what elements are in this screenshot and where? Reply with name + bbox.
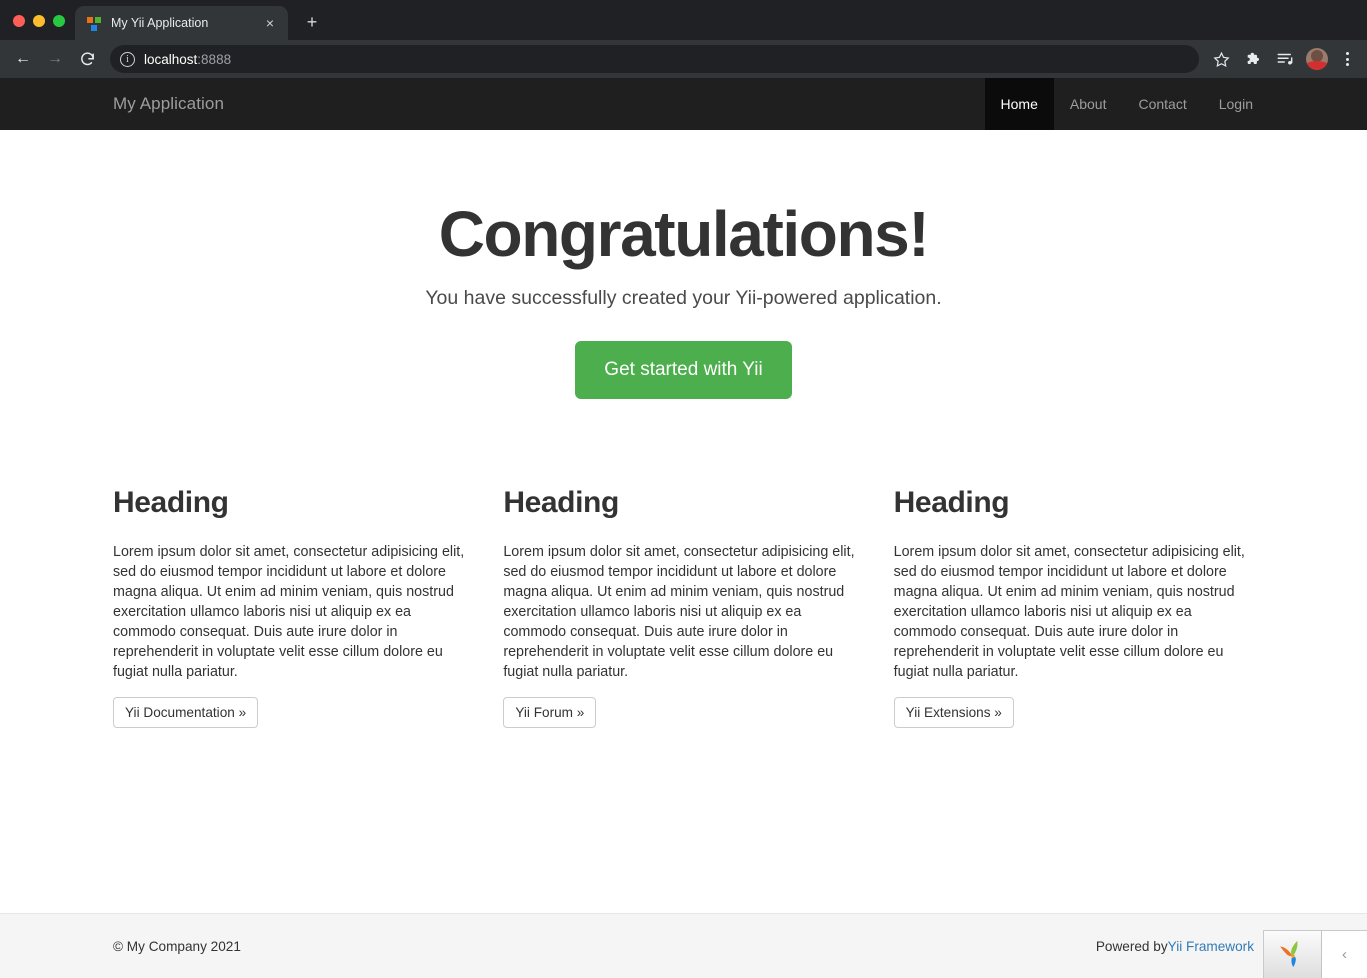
column-heading: Heading — [503, 486, 619, 520]
avatar — [1306, 48, 1328, 70]
feature-column: Heading Lorem ipsum dolor sit amet, cons… — [488, 486, 878, 729]
minimize-window-button[interactable] — [33, 15, 45, 27]
browser-toolbar: ← → i localhost:8888 — [0, 40, 1367, 78]
close-window-button[interactable] — [13, 15, 25, 27]
site-info-icon[interactable]: i — [120, 51, 135, 67]
url-port: :8888 — [197, 51, 232, 67]
feature-column: Heading Lorem ipsum dolor sit amet, cons… — [98, 486, 488, 729]
nav-item-about[interactable]: About — [1054, 78, 1123, 130]
column-heading: Heading — [893, 486, 1010, 520]
yii-squares-favicon — [86, 15, 102, 31]
tab-title: My Yii Application — [111, 16, 209, 30]
debug-toolbar-toggle[interactable]: ‹ — [1322, 931, 1367, 978]
browser-tab-strip: My Yii Application × + — [0, 0, 1367, 40]
address-bar[interactable]: i localhost:8888 — [110, 45, 1199, 73]
powered-by: Powered by Yii Framework — [1096, 939, 1254, 954]
column-body: Lorem ipsum dolor sit amet, consectetur … — [893, 544, 1245, 681]
toolbar-icon-group — [1207, 45, 1359, 73]
yii-framework-link[interactable]: Yii Framework — [1168, 939, 1254, 954]
page-spacer — [0, 728, 1367, 913]
browser-tab[interactable]: My Yii Application × — [75, 6, 288, 40]
extensions-puzzle-icon[interactable] — [1239, 45, 1267, 73]
bookmark-star-icon[interactable] — [1207, 45, 1235, 73]
chrome-menu-icon[interactable] — [1335, 45, 1359, 73]
browser-window: My Yii Application × + ← → i localhost:8… — [0, 0, 1367, 978]
yii-debug-toolbar: ‹ — [1263, 930, 1367, 978]
yii-extensions-button[interactable]: Yii Extensions » — [893, 697, 1014, 729]
reading-list-icon[interactable] — [1271, 45, 1299, 73]
url-text: localhost:8888 — [144, 52, 231, 67]
jumbotron-lead: You have successfully created your Yii-p… — [425, 287, 942, 310]
reload-icon[interactable] — [72, 44, 102, 74]
column-heading: Heading — [113, 486, 229, 520]
site-brand[interactable]: My Application — [0, 78, 224, 130]
powered-by-prefix: Powered by — [1095, 938, 1168, 954]
column-body: Lorem ipsum dolor sit amet, consectetur … — [503, 544, 855, 681]
feature-column: Heading Lorem ipsum dolor sit amet, cons… — [879, 486, 1269, 729]
page-title: Congratulations! — [438, 198, 930, 270]
forward-arrow-icon[interactable]: → — [40, 44, 70, 74]
nav-item-contact[interactable]: Contact — [1122, 78, 1202, 130]
main-nav: Home About Contact Login — [984, 78, 1367, 130]
close-icon[interactable]: × — [260, 13, 280, 33]
url-host: localhost — [144, 51, 198, 67]
nav-item-login[interactable]: Login — [1203, 78, 1269, 130]
get-started-button[interactable]: Get started with Yii — [575, 341, 792, 400]
copyright-text: © My Company 2021 — [113, 938, 241, 954]
site-navbar: My Application Home About Contact Login — [0, 78, 1367, 130]
yii-documentation-button[interactable]: Yii Documentation » — [113, 697, 259, 729]
page-viewport: My Application Home About Contact Login … — [0, 78, 1367, 978]
new-tab-button[interactable]: + — [298, 8, 326, 36]
back-arrow-icon[interactable]: ← — [8, 44, 38, 74]
feature-columns: Heading Lorem ipsum dolor sit amet, cons… — [0, 486, 1367, 729]
site-footer: © My Company 2021 Powered by Yii Framewo… — [0, 913, 1367, 978]
maximize-window-button[interactable] — [53, 15, 65, 27]
yii-forum-button[interactable]: Yii Forum » — [503, 697, 597, 729]
profile-avatar[interactable] — [1303, 45, 1331, 73]
yii-logo-icon[interactable] — [1264, 931, 1322, 978]
column-body: Lorem ipsum dolor sit amet, consectetur … — [113, 544, 465, 681]
jumbotron: Congratulations! You have successfully c… — [0, 130, 1367, 400]
nav-item-home[interactable]: Home — [984, 78, 1054, 130]
window-controls — [0, 15, 75, 40]
